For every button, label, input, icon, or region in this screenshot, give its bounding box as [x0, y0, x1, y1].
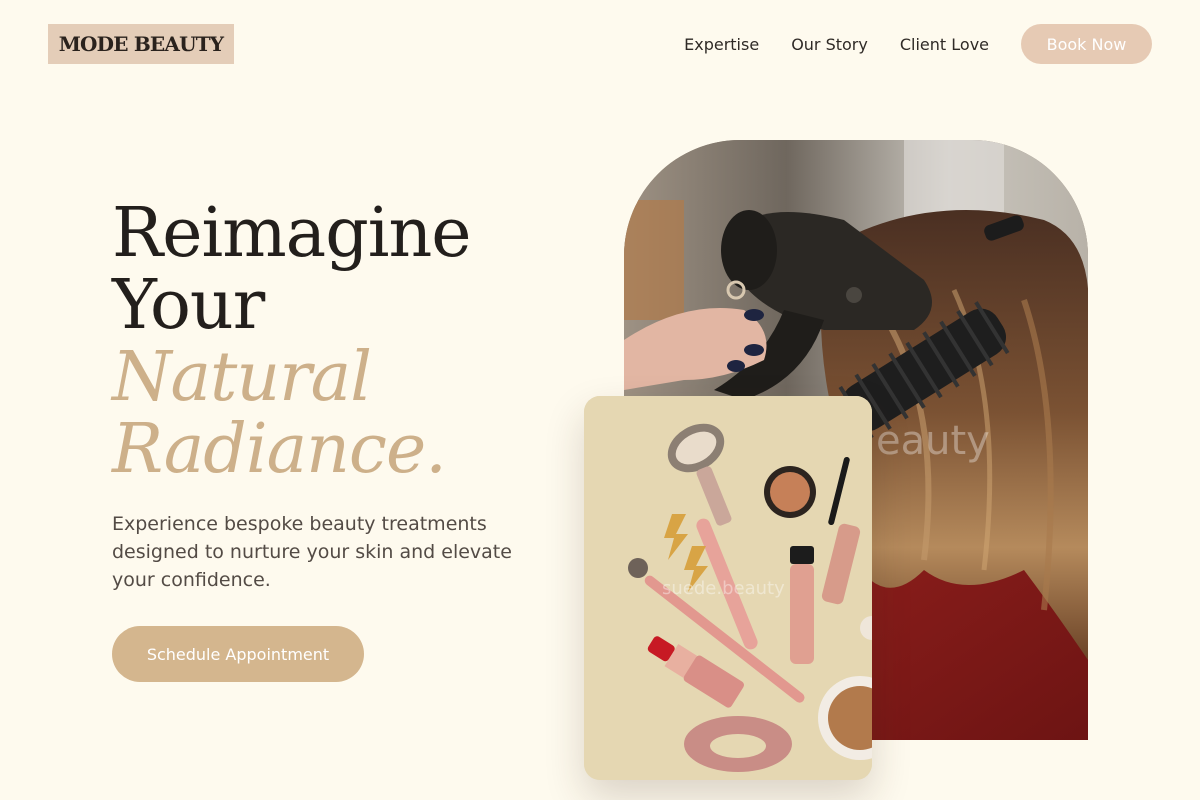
makeup-image-watermark: suede.beauty: [662, 578, 785, 599]
hero-title-accent-line-2: Radiance.: [112, 410, 447, 489]
hero-title-accent-line-1: Natural: [112, 338, 372, 417]
nav-link-our-story[interactable]: Our Story: [791, 35, 868, 54]
hair-image-watermark: eauty: [876, 418, 990, 464]
book-now-button[interactable]: Book Now: [1021, 24, 1152, 64]
hero-subtitle: Experience bespoke beauty treatments des…: [112, 513, 512, 591]
hero-title-line-2: Your: [112, 266, 265, 345]
schedule-appointment-button[interactable]: Schedule Appointment: [112, 626, 364, 682]
nav-link-client-love[interactable]: Client Love: [900, 35, 989, 54]
hero-title-line-1: Reimagine: [112, 194, 472, 273]
brand-logo-text: MODE BEAUTY: [58, 32, 224, 56]
main-nav: Expertise Our Story Client Love Book Now: [684, 24, 1152, 64]
nav-link-expertise[interactable]: Expertise: [684, 35, 759, 54]
hero-title: Reimagine Your Natural Radiance.: [112, 194, 472, 489]
makeup-flatlay-image: suede.beauty: [584, 396, 872, 780]
brand-logo[interactable]: MODE BEAUTY: [48, 24, 234, 64]
